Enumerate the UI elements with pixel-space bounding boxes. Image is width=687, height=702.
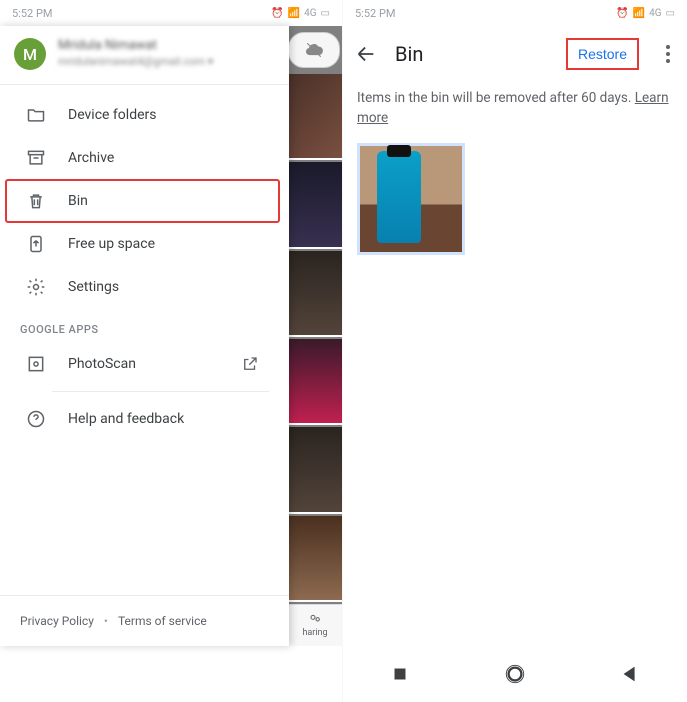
sidebar-item-archive[interactable]: Archive: [6, 137, 279, 179]
avatar: M: [14, 38, 46, 70]
back-button[interactable]: [355, 43, 377, 65]
spacer: [343, 261, 687, 647]
sidebar-item-help[interactable]: Help and feedback: [6, 398, 279, 440]
photo-stub: [288, 251, 342, 337]
profile-name: Mridula Nimawat: [58, 38, 213, 55]
signal-icon: 📶: [633, 8, 645, 19]
status-icons: ⏰ 📶 4G ▭: [616, 8, 675, 19]
bin-photo-thumb[interactable]: [357, 143, 465, 255]
sidebar-item-bin[interactable]: Bin: [6, 180, 279, 222]
archive-icon: [26, 148, 46, 168]
profile-header[interactable]: M Mridula Nimawat mridulanimawat4@gmail.…: [0, 26, 289, 85]
sidebar-item-free-up-space[interactable]: Free up space: [6, 223, 279, 265]
backdrop-photo-strip: haring: [288, 26, 342, 646]
sidebar-item-photoscan[interactable]: PhotoScan: [6, 343, 279, 385]
app-bar: Bin Restore: [343, 26, 687, 82]
battery-icon: ▭: [666, 8, 675, 19]
alarm-icon: ⏰: [616, 8, 628, 19]
status-bar: 5:52 PM ⏰ 📶 4G ▭: [343, 0, 687, 26]
photo-stub: [288, 162, 342, 248]
status-icons: ⏰ 📶 4G ▭: [271, 8, 330, 19]
profile-email: mridulanimawat4@gmail.com ▾: [58, 55, 213, 69]
network-label: 4G: [649, 8, 661, 19]
navigation-drawer: M Mridula Nimawat mridulanimawat4@gmail.…: [0, 26, 289, 646]
cloud-off-chip: [288, 32, 340, 68]
drawer-section-header: GOOGLE APPS: [0, 309, 289, 342]
sidebar-item-label: Help and feedback: [68, 411, 184, 427]
broom-icon: [26, 234, 46, 254]
gear-icon: [26, 277, 46, 297]
terms-link[interactable]: Terms of service: [118, 614, 207, 628]
divider: [52, 391, 269, 392]
sidebar-item-label: Device folders: [68, 107, 156, 123]
folder-icon: [26, 105, 46, 125]
nav-recents[interactable]: [389, 663, 411, 685]
dot-separator: •: [104, 614, 108, 628]
photoscan-icon: [26, 354, 46, 374]
alarm-icon: ⏰: [271, 8, 283, 19]
phone-left-drawer: 5:52 PM ⏰ 📶 4G ▭ haring M: [0, 0, 343, 702]
profile-text: Mridula Nimawat mridulanimawat4@gmail.co…: [58, 38, 213, 69]
bottle-graphic: [377, 151, 421, 243]
help-icon: [26, 409, 46, 429]
battery-icon: ▭: [321, 8, 330, 19]
drawer-list: Device folders Archive Bin Free up space: [0, 85, 289, 595]
sidebar-item-settings[interactable]: Settings: [6, 266, 279, 308]
phone-right-bin: 5:52 PM ⏰ 📶 4G ▭ Bin Restore Items in th…: [343, 0, 687, 702]
sidebar-item-label: Free up space: [68, 236, 155, 252]
photo-stub: [288, 339, 342, 425]
photo-stub: [288, 74, 342, 160]
external-link-icon: [241, 355, 259, 373]
android-navbar: [343, 646, 687, 702]
trash-icon: [26, 191, 46, 211]
sidebar-item-label: Archive: [68, 150, 114, 166]
privacy-link[interactable]: Privacy Policy: [20, 614, 94, 628]
signal-icon: 📶: [288, 8, 300, 19]
bottom-nav-peek: haring: [288, 604, 342, 646]
network-label: 4G: [304, 8, 316, 19]
status-time: 5:52 PM: [355, 7, 395, 20]
sidebar-item-label: Bin: [68, 193, 88, 209]
bin-notice: Items in the bin will be removed after 6…: [343, 82, 687, 261]
nav-home[interactable]: [504, 663, 526, 685]
restore-button[interactable]: Restore: [566, 38, 639, 70]
nav-back[interactable]: [619, 663, 641, 685]
page-title: Bin: [395, 42, 548, 66]
photo-stub: [288, 427, 342, 513]
photo-stub: [288, 516, 342, 602]
bin-grid: [357, 129, 673, 255]
sidebar-item-label: PhotoScan: [68, 356, 136, 372]
status-time: 5:52 PM: [12, 7, 52, 20]
drawer-footer: Privacy Policy • Terms of service: [0, 595, 289, 646]
more-menu-button[interactable]: [657, 41, 679, 67]
sidebar-item-device-folders[interactable]: Device folders: [6, 94, 279, 136]
sidebar-item-label: Settings: [68, 279, 119, 295]
notice-text: Items in the bin will be removed after 6…: [357, 90, 635, 106]
status-bar: 5:52 PM ⏰ 📶 4G ▭: [0, 0, 342, 26]
